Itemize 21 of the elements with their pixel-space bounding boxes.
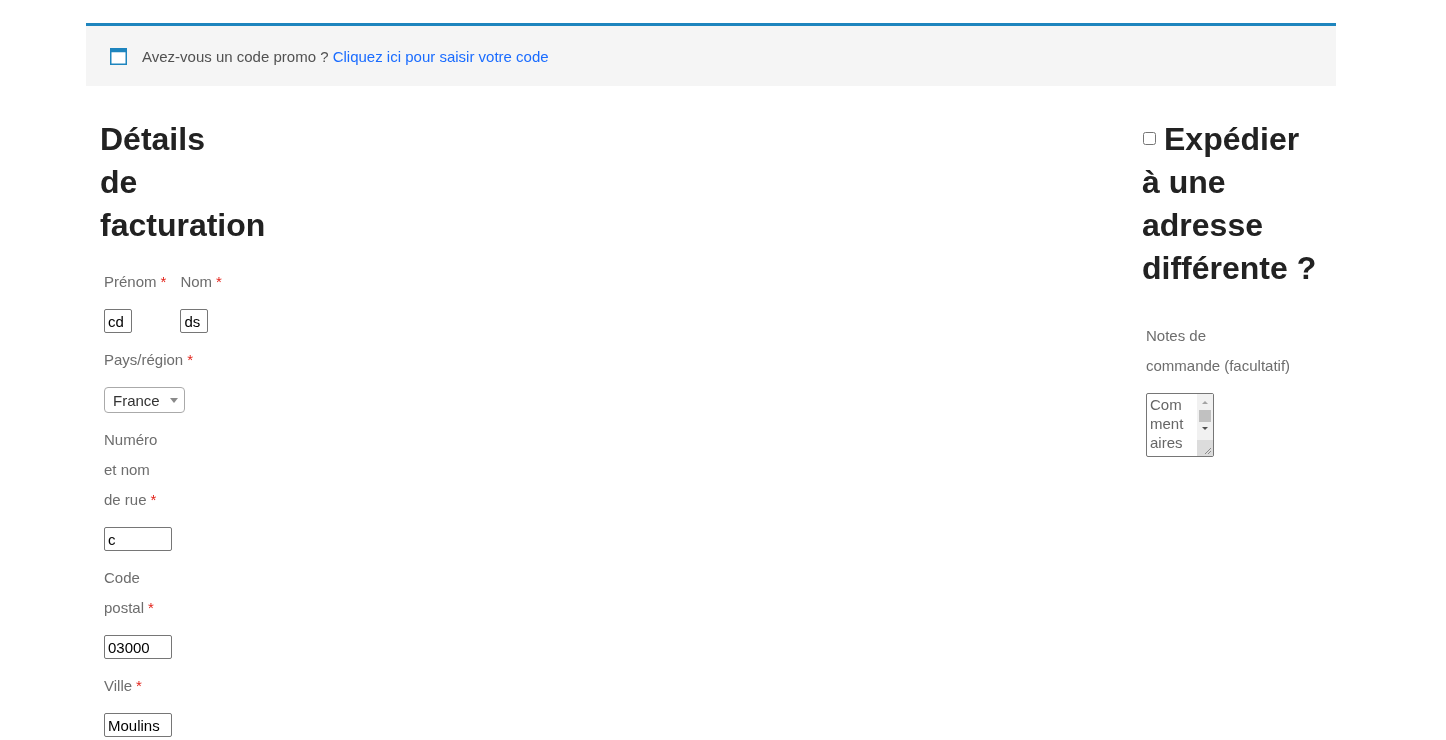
billing-heading: Détails de facturation	[100, 120, 266, 245]
text-field[interactable]: cd	[104, 309, 132, 333]
text-field[interactable]: ds	[180, 309, 209, 333]
field-label: Code postal *	[104, 568, 155, 618]
caret-icon	[170, 397, 178, 403]
text-field[interactable]: Moulins	[104, 713, 172, 737]
country-select[interactable]: France	[104, 387, 185, 413]
field-label: Ville *	[104, 676, 142, 696]
field-label: Pays/région *	[104, 350, 194, 370]
window-icon	[110, 47, 127, 65]
enter-code-link[interactable]: Cliquez ici pour saisir votre code	[332, 47, 549, 65]
field-label: Notes de commande (facultatif)	[1146, 326, 1292, 376]
text-field[interactable]: 03000	[104, 635, 172, 659]
field-label: Numéro et nom de rue *	[104, 430, 159, 510]
field-label: Prénom *	[104, 272, 167, 292]
field-label: Nom *	[180, 272, 222, 292]
ship-elsewhere-label[interactable]: Expédier à une adresse différente ?	[1142, 118, 1320, 290]
scrollbar-drawing	[1197, 394, 1213, 456]
promo-message: Avez-vous un code promo ? Cliquez ici pour saisir votre code	[142, 47, 549, 65]
text-field[interactable]: c	[104, 527, 172, 551]
checkbox[interactable]	[1143, 132, 1156, 146]
